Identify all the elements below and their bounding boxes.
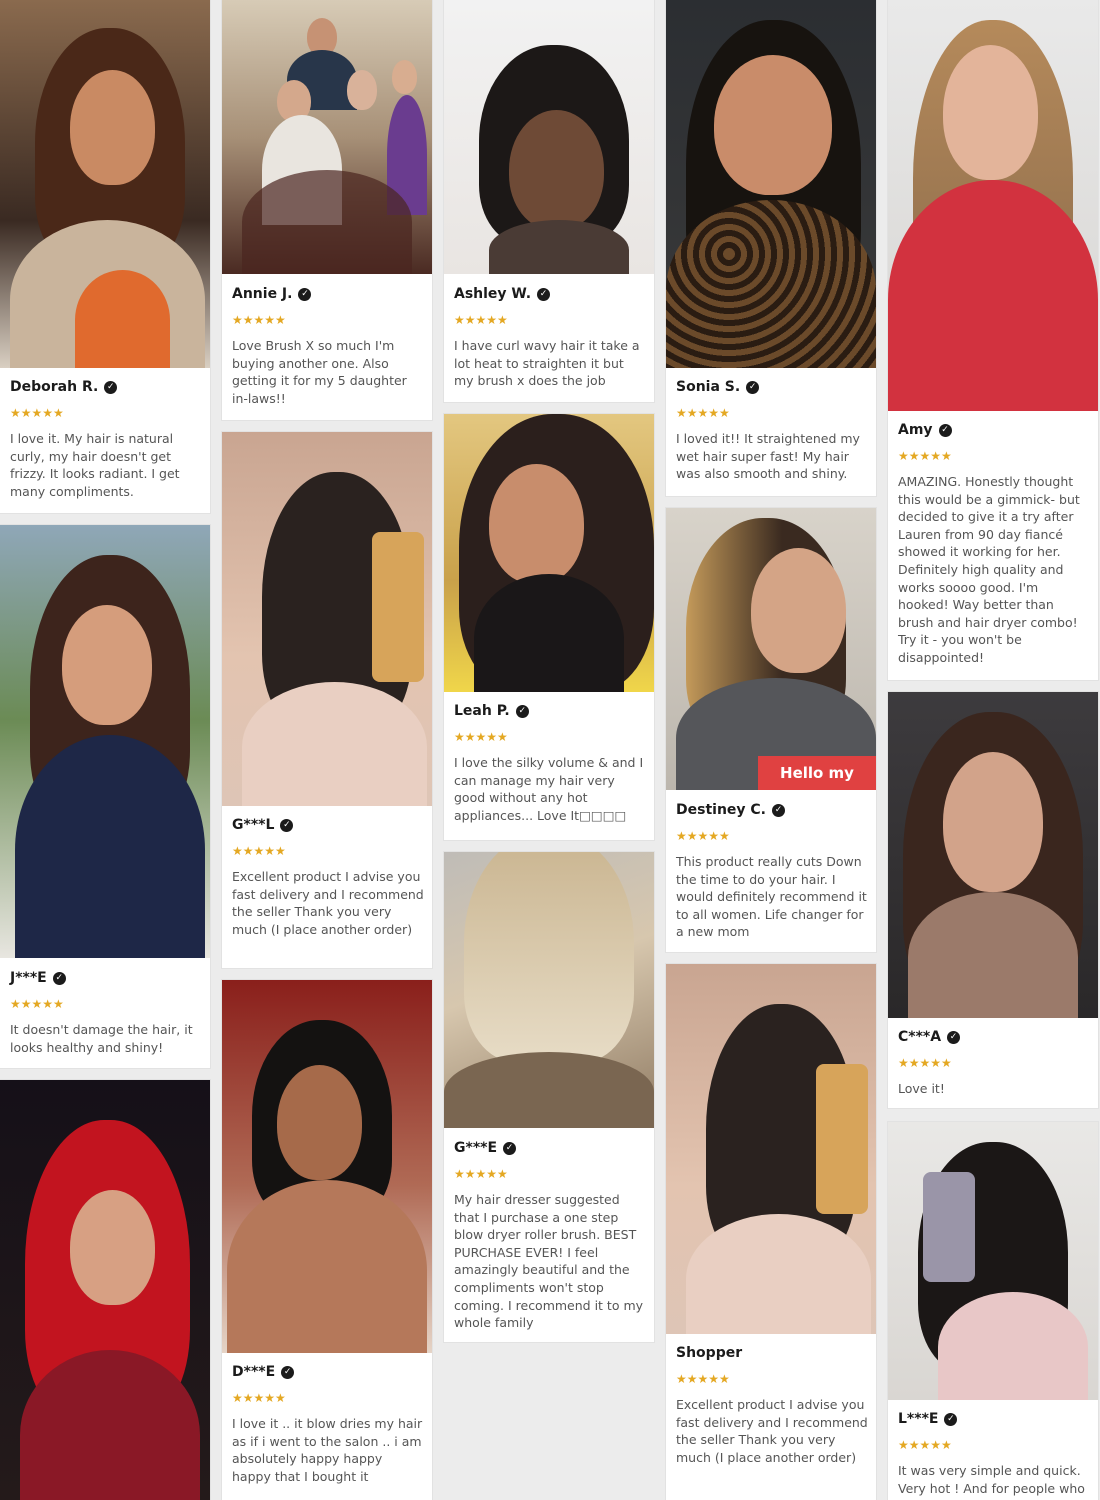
reviewer-photo (444, 852, 654, 1128)
star-rating: ★★★★★ (454, 313, 508, 327)
reviewer-name: L***E (898, 1411, 939, 1427)
star-rating: ★★★★★ (676, 829, 730, 843)
verified-check-icon: ✓ (537, 287, 551, 301)
star-rating: ★★★★★ (898, 1438, 952, 1452)
reviewer-photo (666, 0, 876, 368)
reviewer-name: Annie J. (232, 286, 293, 302)
star-rating: ★★★★★ (898, 1056, 952, 1070)
review-card[interactable]: Hello my name is Destiney C. ✓ ★★★★★ This… (666, 508, 876, 952)
review-text: Love it! (898, 1081, 945, 1096)
reviewer-name: Shopper (676, 1345, 743, 1361)
reviewer-name: G***L (232, 817, 275, 833)
reviewer-photo (222, 432, 432, 806)
review-text: I loved it!! It straightened my wet hair… (676, 431, 860, 482)
star-rating: ★★★★★ (898, 449, 952, 463)
review-card[interactable]: Shopper ★★★★★ Excellent product I advise… (666, 964, 876, 1500)
verified-check-icon: ✓ (281, 1365, 295, 1379)
reviewer-name: Sonia S. (676, 379, 741, 395)
reviewer-photo (444, 0, 654, 274)
verified-check-icon: ✓ (52, 971, 66, 985)
reviewer-photo (888, 692, 1098, 1018)
reviewer-photo (888, 1122, 1098, 1400)
verified-check-icon: ✓ (938, 423, 952, 437)
reviewer-photo (0, 1080, 210, 1500)
review-card[interactable]: Leah P. ✓ ★★★★★ I love the silky volume &… (444, 414, 654, 840)
review-card[interactable]: Annie J. ✓ ★★★★★ Love Brush X so much I'm… (222, 0, 432, 420)
review-text: It doesn't damage the hair, it looks hea… (10, 1022, 193, 1055)
verified-check-icon: ✓ (503, 1141, 517, 1155)
star-rating: ★★★★★ (676, 1372, 730, 1386)
review-card[interactable]: J***E ✓ ★★★★★ It doesn't damage the hair,… (0, 525, 210, 1068)
reviewer-name: Deborah R. (10, 379, 99, 395)
review-text: I love it .. it blow dries my hair as if… (232, 1416, 423, 1484)
reviewer-photo (222, 0, 432, 274)
star-rating: ★★★★★ (10, 997, 64, 1011)
review-card[interactable] (0, 1080, 210, 1500)
review-text: My hair dresser suggested that I purchas… (454, 1192, 644, 1331)
star-rating: ★★★★★ (454, 730, 508, 744)
reviewer-name: Amy (898, 422, 933, 438)
verified-check-icon: ✓ (944, 1412, 958, 1426)
reviewer-photo (666, 964, 876, 1334)
review-text: Love Brush X so much I'm buying another … (232, 338, 407, 406)
verified-check-icon: ✓ (298, 287, 312, 301)
review-text: It was very simple and quick. Very hot !… (898, 1463, 1085, 1496)
reviewer-name: Ashley W. (454, 286, 532, 302)
star-rating: ★★★★★ (232, 1391, 286, 1405)
reviewer-name: Leah P. (454, 703, 510, 719)
review-card[interactable]: Amy ✓ ★★★★★ AMAZING. Honestly thought thi… (888, 0, 1098, 680)
review-card[interactable]: G***L ✓ ★★★★★ Excellent product I advise … (222, 432, 432, 968)
star-rating: ★★★★★ (454, 1167, 508, 1181)
reviewer-photo (0, 0, 210, 368)
review-card[interactable]: D***E ✓ ★★★★★ I love it .. it blow dries … (222, 980, 432, 1500)
review-card[interactable]: G***E ✓ ★★★★★ My hair dresser suggested t… (444, 852, 654, 1342)
reviewer-name: G***E (454, 1140, 498, 1156)
star-rating: ★★★★★ (10, 406, 64, 420)
review-card[interactable]: L***E ✓ ★★★★★ It was very simple and quic… (888, 1122, 1098, 1500)
reviewer-name: C***A (898, 1029, 942, 1045)
review-text: Excellent product I advise you fast deli… (676, 1397, 868, 1465)
review-text: Excellent product I advise you fast deli… (232, 869, 424, 937)
reviewer-photo (222, 980, 432, 1353)
verified-check-icon: ✓ (947, 1030, 961, 1044)
review-text: I love it. My hair is natural curly, my … (10, 431, 180, 499)
verified-check-icon: ✓ (104, 380, 118, 394)
review-text: AMAZING. Honestly thought this would be … (898, 474, 1080, 665)
review-text: I have curl wavy hair it take a lot heat… (454, 338, 640, 389)
review-card[interactable]: C***A ✓ ★★★★★ Love it! (888, 692, 1098, 1108)
review-card[interactable]: Sonia S. ✓ ★★★★★ I loved it!! It straight… (666, 0, 876, 496)
reviewer-name: D***E (232, 1364, 276, 1380)
reviewer-photo: Hello my name is (666, 508, 876, 790)
review-card[interactable]: Deborah R. ✓ ★★★★★ I love it. My hair is … (0, 0, 210, 513)
reviewer-photo (888, 0, 1098, 411)
verified-check-icon: ✓ (515, 704, 529, 718)
reviewer-photo (444, 414, 654, 692)
reviewer-photo (0, 525, 210, 958)
hello-sticker: Hello my name is (758, 756, 876, 790)
verified-check-icon: ✓ (772, 803, 785, 817)
review-text: I love the silky volume & and I can mana… (454, 755, 644, 823)
reviewer-name: J***E (10, 970, 47, 986)
review-card[interactable]: Ashley W. ✓ ★★★★★ I have curl wavy hair i… (444, 0, 654, 402)
star-rating: ★★★★★ (676, 406, 730, 420)
star-rating: ★★★★★ (232, 313, 286, 327)
star-rating: ★★★★★ (232, 844, 286, 858)
verified-check-icon: ✓ (280, 818, 294, 832)
review-text: This product really cuts Down the time t… (676, 854, 867, 940)
verified-check-icon: ✓ (746, 380, 760, 394)
reviewer-name: Destiney C. (676, 802, 766, 818)
